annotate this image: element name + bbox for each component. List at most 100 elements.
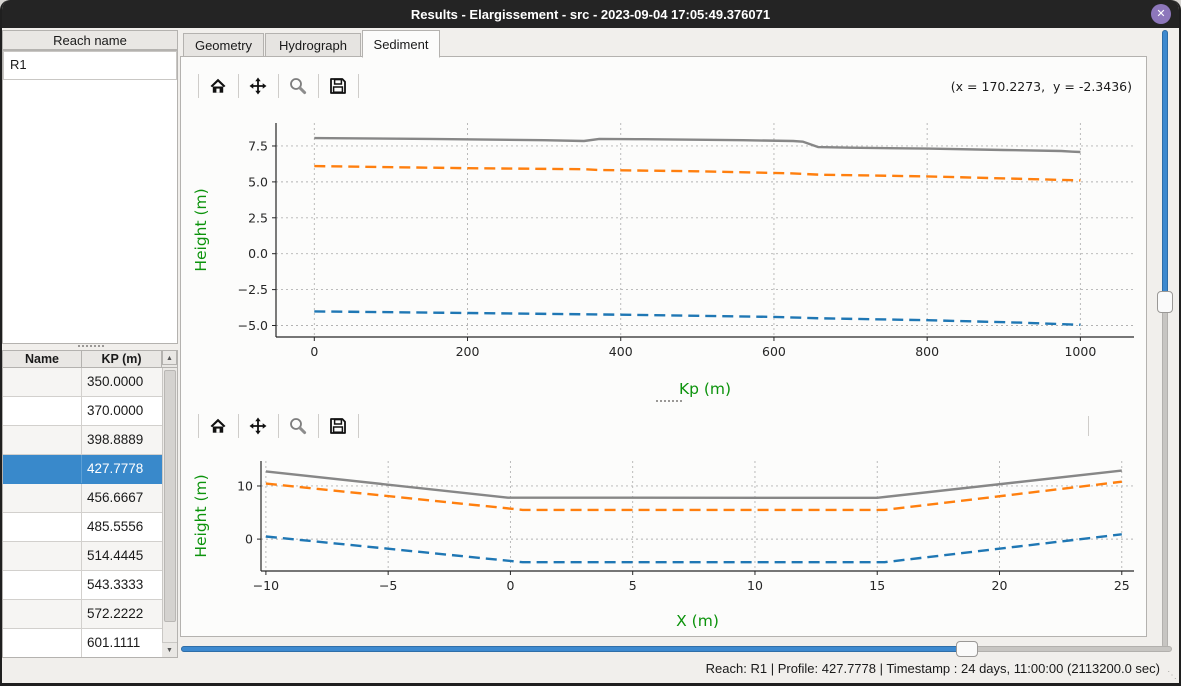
- profile-row[interactable]: 543.3333: [3, 571, 162, 600]
- cell-name[interactable]: [3, 571, 82, 599]
- svg-text:20: 20: [992, 578, 1008, 593]
- toolbar-separator: [318, 74, 319, 98]
- pan-button[interactable]: [243, 411, 273, 441]
- sidebar-splitter-handle[interactable]: [78, 345, 104, 347]
- profile-slider-fill: [1162, 30, 1168, 302]
- series-top-profile-gray: [314, 138, 1080, 152]
- cell-name[interactable]: [3, 368, 82, 396]
- time-slider-handle[interactable]: [956, 641, 978, 657]
- toolbar-separator: [318, 414, 319, 438]
- reach-list[interactable]: R1: [2, 50, 178, 344]
- results-window: Results - Elargissement - src - 2023-09-…: [0, 0, 1181, 686]
- toolbar-separator: [358, 74, 359, 98]
- svg-text:X (m): X (m): [676, 612, 719, 630]
- save-button[interactable]: [323, 71, 353, 101]
- cell-name[interactable]: [3, 513, 82, 541]
- plot-splitter-handle[interactable]: [656, 400, 682, 402]
- svg-text:5.0: 5.0: [248, 174, 268, 189]
- cell-name[interactable]: [3, 426, 82, 454]
- zoom-icon: [288, 76, 308, 96]
- home-button[interactable]: [203, 411, 233, 441]
- tab-label: Hydrograph: [279, 38, 347, 53]
- svg-text:Height (m): Height (m): [192, 188, 210, 271]
- save-icon: [328, 416, 348, 436]
- cell-kp[interactable]: 543.3333: [82, 571, 162, 599]
- table-scroll-up-button[interactable]: ▲: [162, 350, 177, 365]
- table-scrollbar[interactable]: ▼: [162, 368, 177, 657]
- toolbar-separator: [278, 414, 279, 438]
- toolbar-separator: [238, 414, 239, 438]
- reach-list-item[interactable]: R1: [3, 51, 177, 80]
- profile-row[interactable]: 514.4445: [3, 542, 162, 571]
- table-scroll-down-button[interactable]: ▼: [162, 642, 177, 657]
- titlebar[interactable]: Results - Elargissement - src - 2023-09-…: [0, 0, 1181, 28]
- tab-sediment[interactable]: Sediment: [362, 30, 440, 58]
- svg-text:0: 0: [506, 578, 514, 593]
- profile-table-body: 350.0000370.0000398.8889427.7778456.6667…: [3, 368, 162, 658]
- longitudinal-profile-chart[interactable]: 02004006008001000−5.0−2.50.02.55.07.5Kp …: [186, 109, 1144, 401]
- profile-row[interactable]: 456.6667: [3, 484, 162, 513]
- profile-row[interactable]: 601.1111: [3, 629, 162, 658]
- pan-button[interactable]: [243, 71, 273, 101]
- cell-kp[interactable]: 427.7778: [82, 455, 162, 483]
- cell-kp[interactable]: 601.1111: [82, 629, 162, 657]
- column-header-kp[interactable]: KP (m): [82, 351, 162, 367]
- pan-icon: [248, 416, 268, 436]
- toolbar-separator: [278, 74, 279, 98]
- tab-geometry[interactable]: Geometry: [183, 33, 264, 57]
- zoom-button[interactable]: [283, 411, 313, 441]
- toolbar-separator: [198, 414, 199, 438]
- profile-row[interactable]: 485.5556: [3, 513, 162, 542]
- svg-text:10: 10: [237, 478, 253, 493]
- x-axis: 02004006008001000: [310, 337, 1096, 359]
- status-text: Reach: R1 | Profile: 427.7778 | Timestam…: [706, 661, 1160, 676]
- pan-icon: [248, 76, 268, 96]
- chevron-up-icon: ▲: [166, 355, 173, 362]
- cell-kp[interactable]: 456.6667: [82, 484, 162, 512]
- save-button[interactable]: [323, 411, 353, 441]
- series-cross-section-top-gray: [266, 471, 1122, 498]
- grid: [276, 123, 1134, 337]
- profile-row[interactable]: 370.0000: [3, 397, 162, 426]
- profile-row[interactable]: 427.7778: [3, 455, 162, 484]
- cell-kp[interactable]: 572.2222: [82, 600, 162, 628]
- profile-row[interactable]: 572.2222: [3, 600, 162, 629]
- time-slider[interactable]: [181, 641, 1172, 657]
- profile-table-header: Name KP (m): [3, 351, 177, 368]
- cell-kp[interactable]: 350.0000: [82, 368, 162, 396]
- tab-hydrograph[interactable]: Hydrograph: [265, 33, 361, 57]
- profile-row[interactable]: 398.8889: [3, 426, 162, 455]
- toolbar-separator: [238, 74, 239, 98]
- cell-name[interactable]: [3, 629, 82, 657]
- cross-section-chart[interactable]: −10−50510152025010X (m)Height (m): [186, 447, 1144, 633]
- close-icon: ✕: [1156, 8, 1165, 20]
- cell-kp[interactable]: 398.8889: [82, 426, 162, 454]
- profile-slider[interactable]: [1157, 30, 1173, 648]
- svg-text:15: 15: [869, 578, 885, 593]
- cell-kp[interactable]: 370.0000: [82, 397, 162, 425]
- svg-text:600: 600: [762, 344, 786, 359]
- column-header-name[interactable]: Name: [3, 351, 82, 367]
- close-button[interactable]: ✕: [1151, 4, 1171, 24]
- cell-name[interactable]: [3, 455, 82, 483]
- svg-text:7.5: 7.5: [248, 138, 268, 153]
- svg-text:Kp (m): Kp (m): [679, 380, 731, 398]
- toolbar-separator: [198, 74, 199, 98]
- plot-toolbar-bottom: [181, 409, 1146, 443]
- cell-kp[interactable]: 514.4445: [82, 542, 162, 570]
- profile-slider-handle[interactable]: [1157, 291, 1173, 313]
- cell-name[interactable]: [3, 542, 82, 570]
- cell-name[interactable]: [3, 484, 82, 512]
- resize-grip[interactable]: ⋱: [1167, 670, 1176, 681]
- svg-text:Height (m): Height (m): [192, 474, 210, 557]
- home-button[interactable]: [203, 71, 233, 101]
- cell-name[interactable]: [3, 600, 82, 628]
- table-scrollbar-handle[interactable]: [164, 370, 176, 622]
- profile-row[interactable]: 350.0000: [3, 368, 162, 397]
- svg-text:10: 10: [747, 578, 763, 593]
- y-axis: 010: [237, 478, 261, 546]
- zoom-button[interactable]: [283, 71, 313, 101]
- cell-name[interactable]: [3, 397, 82, 425]
- cell-kp[interactable]: 485.5556: [82, 513, 162, 541]
- svg-text:2.5: 2.5: [248, 210, 268, 225]
